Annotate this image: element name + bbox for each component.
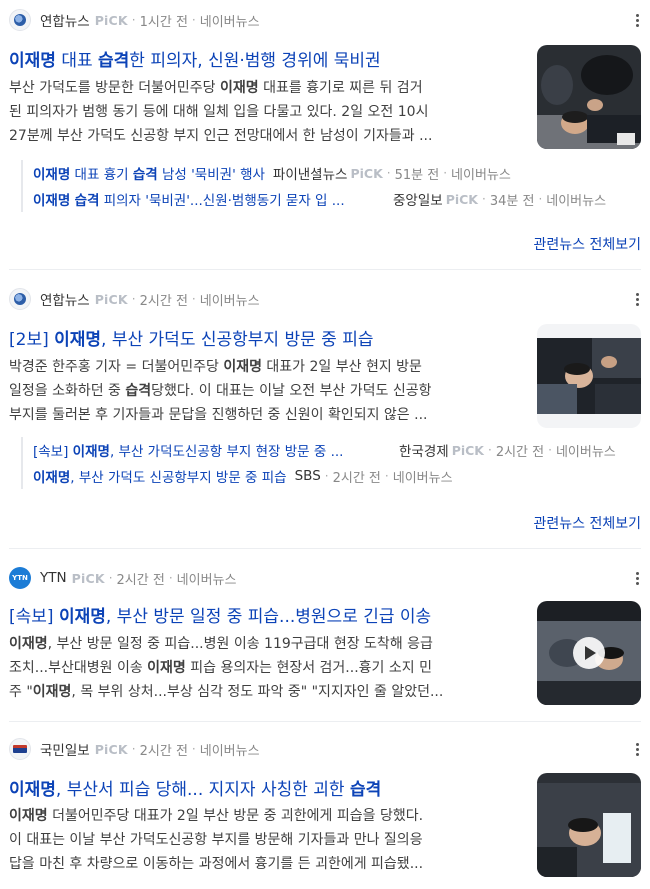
article-title[interactable]: 이재명 대표 습격한 피의자, 신원·범행 경위에 묵비권 bbox=[9, 46, 381, 71]
source-row: YTN YTN PiCK · 2시간 전 · 네이버뉴스 bbox=[9, 566, 641, 590]
divider bbox=[9, 721, 641, 722]
portal-link[interactable]: 네이버뉴스 bbox=[177, 569, 237, 588]
related-news-item: [속보] 이재명, 부산 가덕도신공항 부지 현장 방문 중 ... 한국경제 … bbox=[33, 442, 616, 461]
portal-link[interactable]: 네이버뉴스 bbox=[200, 740, 260, 759]
related-news-all-link[interactable]: 관련뉴스 전체보기 bbox=[534, 513, 642, 533]
time: 2시간 전 bbox=[139, 293, 188, 309]
related-news-list: [속보] 이재명, 부산 가덕도신공항 부지 현장 방문 중 ... 한국경제 … bbox=[21, 437, 641, 489]
portal-link[interactable]: 네이버뉴스 bbox=[200, 11, 260, 30]
divider bbox=[9, 269, 641, 270]
play-icon[interactable] bbox=[573, 637, 605, 669]
press-logo[interactable] bbox=[9, 9, 31, 31]
time: 1시간 전 bbox=[139, 14, 188, 30]
article-title[interactable]: [속보] 이재명, 부산 방문 일정 중 피습...병원으로 긴급 이송 bbox=[9, 602, 431, 627]
pick-badge: PiCK bbox=[71, 570, 105, 586]
press-logo[interactable] bbox=[9, 288, 31, 310]
source-row: 국민일보 PiCK · 2시간 전 · 네이버뉴스 bbox=[9, 737, 641, 761]
portal-link[interactable]: 네이버뉴스 bbox=[200, 290, 260, 309]
article-thumbnail[interactable] bbox=[537, 324, 641, 428]
video-thumbnail[interactable] bbox=[537, 601, 641, 705]
related-news-item: 이재명 습격 피의자 '묵비권'...신원·범행동기 묻자 입 ... 중앙일보… bbox=[33, 191, 607, 210]
pick-badge: PiCK bbox=[94, 12, 128, 28]
more-vertical-icon[interactable] bbox=[631, 289, 643, 309]
more-vertical-icon[interactable] bbox=[631, 568, 643, 588]
related-news-all-link[interactable]: 관련뉴스 전체보기 bbox=[534, 234, 642, 254]
news-card: YTN YTN PiCK · 2시간 전 · 네이버뉴스 [속보] 이재명, 부… bbox=[9, 566, 641, 722]
article-description: 부산 가덕도를 방문한 더불어민주당 이재명 대표를 흉기로 찌른 뒤 검거 된… bbox=[9, 80, 433, 144]
article-thumbnail[interactable] bbox=[537, 773, 641, 877]
related-news-list: 이재명 대표 흉기 습격 남성 '묵비권' 행사 파이낸셜뉴스 PiCK · 5… bbox=[21, 160, 641, 212]
press-name[interactable]: 연합뉴스 bbox=[40, 10, 90, 30]
press-name[interactable]: 연합뉴스 bbox=[40, 289, 90, 309]
source-row: 연합뉴스 PiCK · 1시간 전 · 네이버뉴스 bbox=[9, 8, 641, 32]
time: 2시간 전 bbox=[116, 572, 165, 588]
news-card: 연합뉴스 PiCK · 1시간 전 · 네이버뉴스 이재명 대표 습격한 피의자… bbox=[9, 8, 641, 270]
more-vertical-icon[interactable] bbox=[631, 739, 643, 759]
press-logo[interactable] bbox=[9, 738, 31, 760]
divider bbox=[9, 548, 641, 549]
news-card: 국민일보 PiCK · 2시간 전 · 네이버뉴스 이재명, 부산서 피습 당해… bbox=[9, 737, 641, 889]
pick-badge: PiCK bbox=[94, 741, 128, 757]
press-name[interactable]: YTN bbox=[40, 570, 67, 586]
source-row: 연합뉴스 PiCK · 2시간 전 · 네이버뉴스 bbox=[9, 287, 641, 311]
article-title[interactable]: 이재명, 부산서 피습 당해... 지지자 사칭한 괴한 습격 bbox=[9, 775, 381, 800]
article-description: 이재명, 부산 방문 일정 중 피습...병원 이송 119구급대 현장 도착해… bbox=[9, 636, 444, 700]
news-card: 연합뉴스 PiCK · 2시간 전 · 네이버뉴스 [2보] 이재명, 부산 가… bbox=[9, 287, 641, 549]
press-name[interactable]: 국민일보 bbox=[40, 739, 90, 759]
related-news-item: 이재명 대표 흉기 습격 남성 '묵비권' 행사 파이낸셜뉴스 PiCK · 5… bbox=[33, 165, 511, 184]
article-description: 박경준 한주홍 기자 = 더불어민주당 이재명 대표가 2일 부산 현지 방문 … bbox=[9, 359, 432, 423]
article-description: 이재명 더불어민주당 대표가 2일 부산 방문 중 괴한에게 피습을 당했다. … bbox=[9, 808, 424, 872]
article-thumbnail[interactable] bbox=[537, 45, 641, 149]
more-vertical-icon[interactable] bbox=[631, 10, 643, 30]
pick-badge: PiCK bbox=[94, 291, 128, 307]
related-news-item: 이재명, 부산 가덕도 신공항부지 방문 중 피습 SBS · 2시간 전 · … bbox=[33, 468, 453, 486]
press-logo[interactable]: YTN bbox=[9, 567, 31, 589]
time: 2시간 전 bbox=[139, 743, 188, 759]
article-title[interactable]: [2보] 이재명, 부산 가덕도 신공항부지 방문 중 피습 bbox=[9, 325, 373, 350]
